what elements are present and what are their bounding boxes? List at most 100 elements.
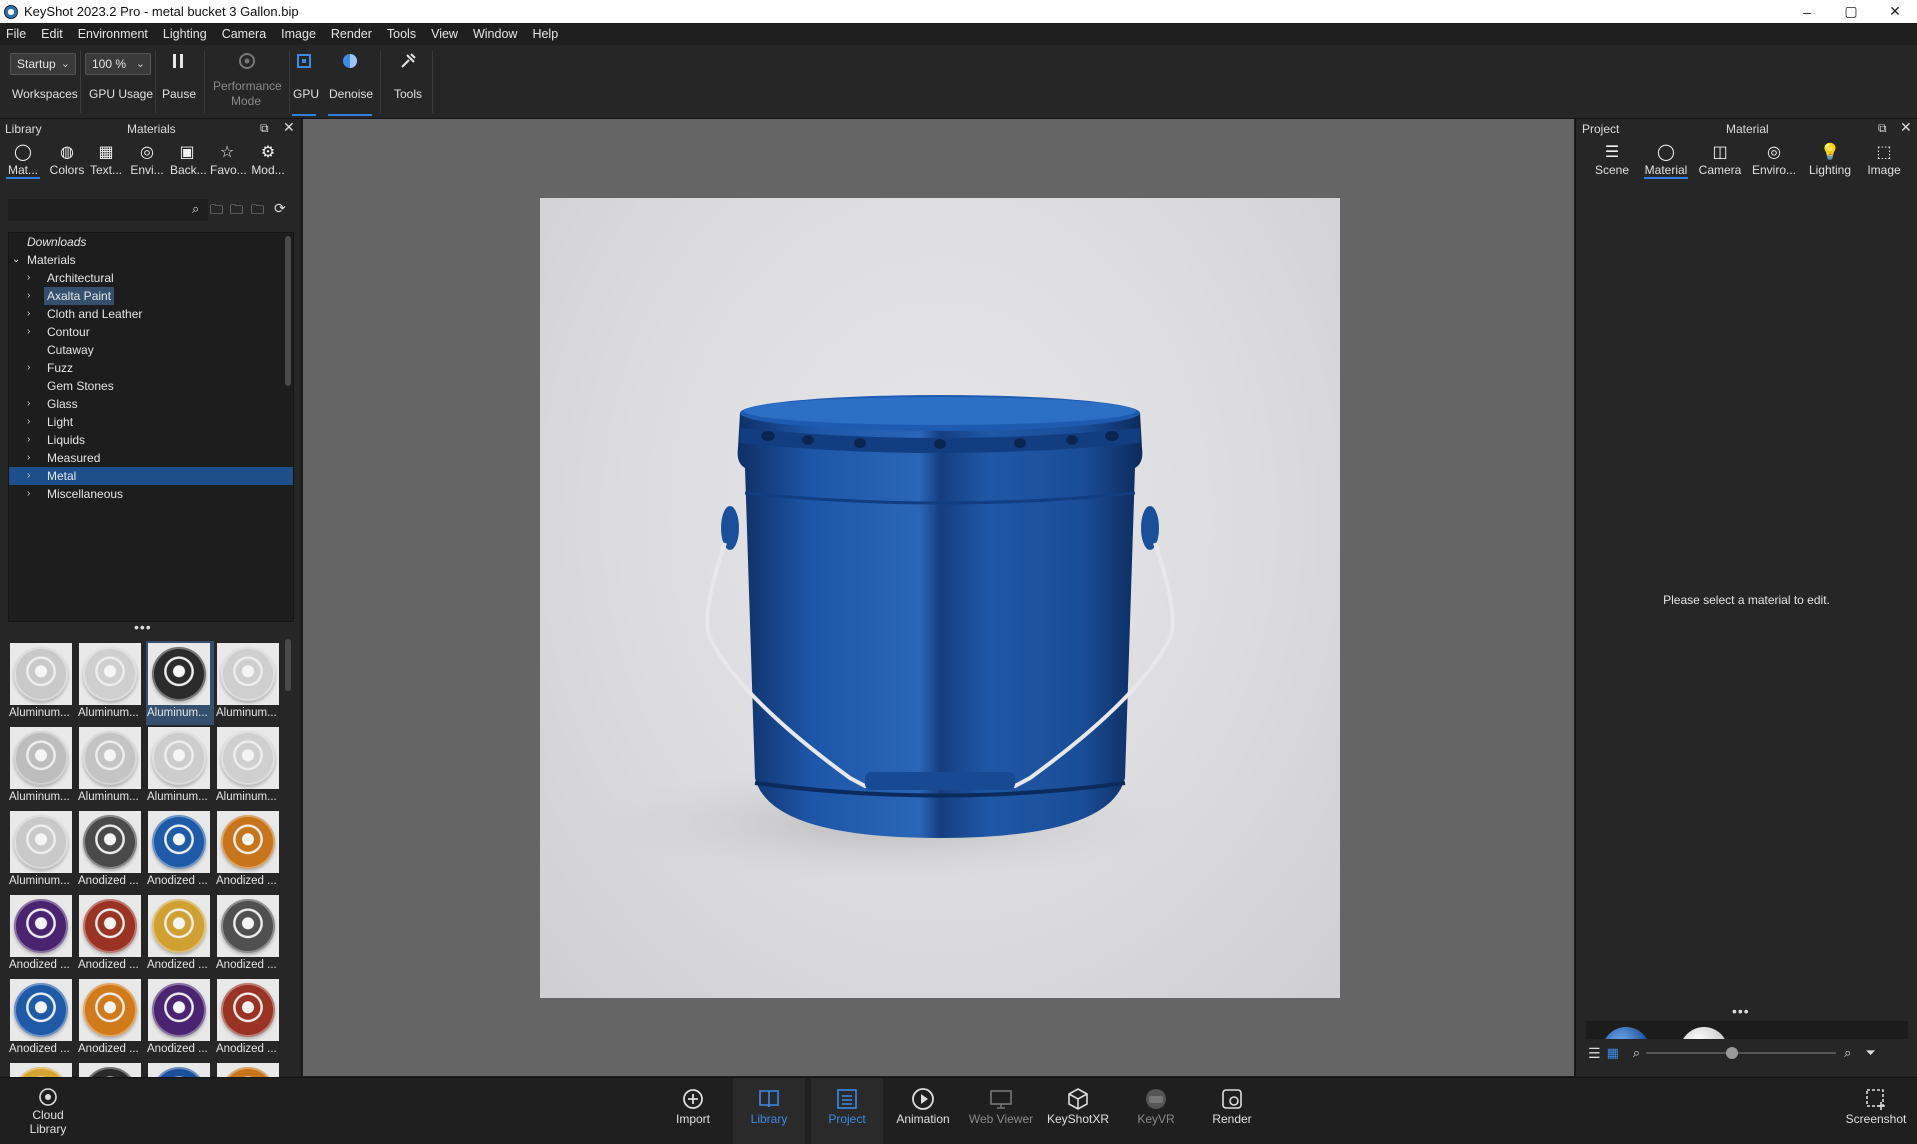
tab-environment[interactable]: ◎ Enviro... (1752, 143, 1796, 179)
folder-import-icon[interactable]: 🗀 (230, 201, 243, 223)
close-panel-icon[interactable]: ✕ (283, 119, 295, 136)
menu-tools[interactable]: Tools (387, 27, 416, 41)
material-thumbnail[interactable]: Anodized ... (215, 977, 283, 1061)
thumbnail-scrollbar[interactable] (285, 639, 291, 691)
material-thumbnail[interactable]: Anodized ... (215, 893, 283, 977)
tab-materials[interactable]: ◯ Mat... (6, 143, 40, 179)
material-thumbnail[interactable]: Anodized ... (146, 893, 214, 977)
menu-image[interactable]: Image (281, 27, 316, 41)
material-thumbnail[interactable]: Aluminum... (215, 641, 283, 725)
tree-item-axalta-paint[interactable]: › Axalta Paint (9, 287, 293, 305)
tree-scrollbar[interactable] (285, 236, 291, 386)
tools-button[interactable] (394, 51, 422, 74)
menu-environment[interactable]: Environment (78, 27, 148, 41)
material-thumbnail[interactable]: Anodized ... (146, 809, 214, 893)
tree-item-liquids[interactable]: › Liquids (9, 431, 293, 449)
material-thumbnail[interactable]: Aluminum... (8, 809, 76, 893)
close-window-button[interactable]: ✕ (1873, 0, 1917, 23)
folder-export-icon[interactable]: 🗀 (251, 201, 264, 223)
material-thumbnail[interactable]: Aluminum... (8, 641, 76, 725)
menu-edit[interactable]: Edit (41, 27, 63, 41)
folder-add-icon[interactable]: 🗀 (210, 201, 223, 223)
library-search-input[interactable] (8, 199, 208, 221)
tree-item-fuzz[interactable]: › Fuzz (9, 359, 293, 377)
gpu-button[interactable] (292, 51, 316, 74)
material-thumbnail[interactable]: Anodized ... (8, 893, 76, 977)
tree-item-measured[interactable]: › Measured (9, 449, 293, 467)
chevron-right-icon[interactable]: › (27, 485, 37, 503)
animation-button[interactable]: Animation (890, 1078, 956, 1144)
material-thumbnail[interactable]: Aluminum... (8, 725, 76, 809)
tree-item-cloth-and-leather[interactable]: › Cloth and Leather (9, 305, 293, 323)
search-icon[interactable]: ⌕ (192, 201, 199, 217)
filter-icon[interactable]: ⏷ (1865, 1045, 1875, 1061)
keyshotxr-button[interactable]: KeyShotXR (1044, 1078, 1112, 1144)
tab-colors[interactable]: ◍ Colors (48, 143, 86, 179)
material-preview-sphere[interactable] (1602, 1027, 1650, 1039)
render-viewport[interactable] (303, 119, 1574, 1076)
material-thumbnail[interactable]: Anodized ... (77, 977, 145, 1061)
tree-item-metal[interactable]: › Metal (9, 467, 293, 485)
gpu-usage-select[interactable]: 100 % ⌄ (85, 53, 151, 75)
tab-image[interactable]: ⬚ Image (1864, 143, 1904, 179)
maximize-button[interactable]: ▢ (1829, 0, 1873, 23)
chevron-right-icon[interactable]: › (27, 359, 37, 377)
material-thumbnail[interactable]: Aluminum... (77, 725, 145, 809)
tree-item-gem-stones[interactable]: Gem Stones (9, 377, 293, 395)
tab-textures[interactable]: ▦ Text... (90, 143, 122, 179)
material-thumbnail[interactable]: Aluminum... (146, 725, 214, 809)
import-button[interactable]: Import (666, 1078, 720, 1144)
chevron-right-icon[interactable]: › (27, 467, 37, 485)
grid-view-icon[interactable]: ▦ (1607, 1045, 1619, 1061)
tab-backplates[interactable]: ▣ Back... (170, 143, 207, 179)
tree-item-architectural[interactable]: › Architectural (9, 269, 293, 287)
denoise-button[interactable] (328, 51, 372, 74)
screenshot-button[interactable]: Screenshot (1842, 1078, 1910, 1144)
material-thumbnail[interactable]: Aluminum... (215, 725, 283, 809)
library-dock-button[interactable]: Library (733, 1078, 805, 1144)
cloud-library-button[interactable]: Cloud Library (20, 1078, 76, 1144)
material-thumbnail[interactable]: Anodized ... (8, 977, 76, 1061)
tree-item-miscellaneous[interactable]: › Miscellaneous (9, 485, 293, 503)
performance-mode-button[interactable] (212, 51, 282, 74)
material-thumbnail[interactable]: Aluminum... (146, 641, 214, 725)
thumbnail-size-slider[interactable] (1646, 1044, 1837, 1062)
refresh-icon[interactable]: ⟳ (274, 200, 286, 217)
tab-camera[interactable]: ◫ Camera (1698, 143, 1742, 179)
menu-render[interactable]: Render (331, 27, 372, 41)
project-dock-button[interactable]: Project (811, 1078, 883, 1144)
slider-handle[interactable] (1726, 1047, 1739, 1059)
tab-favorites[interactable]: ☆ Favo... (210, 143, 247, 179)
tree-item-downloads[interactable]: Downloads (9, 233, 293, 251)
tree-item-glass[interactable]: › Glass (9, 395, 293, 413)
menu-lighting[interactable]: Lighting (163, 27, 207, 41)
menu-camera[interactable]: Camera (222, 27, 266, 41)
tab-environments[interactable]: ◎ Envi... (130, 143, 164, 179)
material-preview-sphere[interactable] (1680, 1027, 1728, 1039)
splitter-handle[interactable]: ••• (1732, 1003, 1750, 1019)
zoom-in-icon[interactable]: ⌕ (1844, 1045, 1851, 1061)
menu-help[interactable]: Help (532, 27, 558, 41)
chevron-right-icon[interactable]: › (27, 431, 37, 449)
tree-item-cutaway[interactable]: Cutaway (9, 341, 293, 359)
tab-material[interactable]: ◯ Material (1644, 143, 1688, 179)
material-thumbnail[interactable]: Anodized ... (215, 809, 283, 893)
tab-models[interactable]: ⚙ Mod... (250, 143, 286, 179)
chevron-right-icon[interactable]: › (27, 449, 37, 467)
material-thumbnail[interactable]: Anodized ... (77, 893, 145, 977)
material-thumbnail[interactable]: Aluminum... (77, 641, 145, 725)
chevron-right-icon[interactable]: › (27, 269, 37, 287)
material-thumbnail[interactable]: Anodized ... (146, 977, 214, 1061)
workspace-select[interactable]: Startup ⌄ (10, 53, 76, 75)
splitter-handle[interactable]: ••• (134, 619, 152, 635)
tab-scene[interactable]: ☰ Scene (1594, 143, 1630, 179)
menu-window[interactable]: Window (473, 27, 517, 41)
tree-item-contour[interactable]: › Contour (9, 323, 293, 341)
undock-icon[interactable]: ⧉ (260, 121, 269, 136)
tab-lighting[interactable]: 💡 Lighting (1806, 143, 1854, 179)
pause-button[interactable] (160, 51, 196, 74)
menu-view[interactable]: View (431, 27, 458, 41)
undock-icon[interactable]: ⧉ (1878, 121, 1887, 136)
material-thumbnail[interactable]: Anodized ... (77, 809, 145, 893)
chevron-right-icon[interactable]: › (27, 413, 37, 431)
